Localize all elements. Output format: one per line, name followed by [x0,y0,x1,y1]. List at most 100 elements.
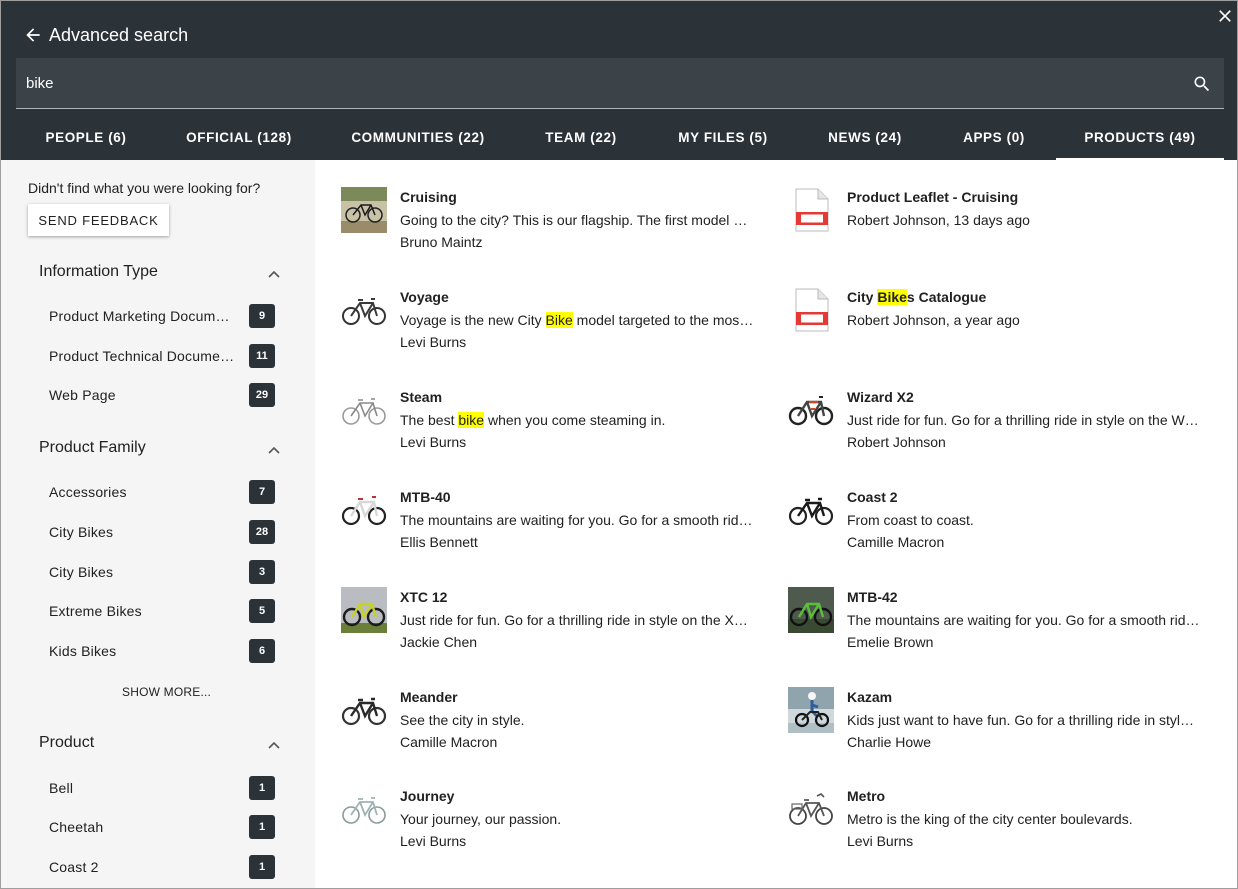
tab-news[interactable]: NEWS (24) [816,117,914,160]
result-title: Cruising [400,189,457,205]
result-title: Voyage [400,289,449,305]
bike-icon [342,398,386,425]
result-author: Charlie Howe [847,734,932,750]
tab-communities[interactable]: COMMUNITIES (22) [341,117,495,160]
bike-icon [788,497,834,526]
result-description: The mountains are waiting for you. Go fo… [400,512,754,528]
tab-my-files[interactable]: MY FILES (5) [667,117,779,160]
result-title: Coast 2 [847,489,898,505]
result-item[interactable]: Metro Metro is the king of the city cent… [788,786,1208,856]
result-description: Just ride for fun. Go for a thrilling ri… [847,412,1201,428]
facet-count-badge: 28 [249,520,275,544]
tab-products[interactable]: PRODUCTS (49) [1056,117,1224,160]
result-item[interactable]: Wizard X2 Just ride for fun. Go for a th… [788,387,1208,457]
result-author: Jackie Chen [400,634,478,650]
result-author: Ellis Bennett [400,534,478,550]
facet-item[interactable]: Product Technical Documentation 11 [49,344,279,370]
result-item[interactable]: Meander See the city in style. Camille M… [341,687,761,757]
result-author: Robert Johnson [847,434,946,450]
facet-count-badge: 3 [249,560,275,584]
facet-item[interactable]: Cheetah 1 [49,815,279,841]
facet-item[interactable]: City Bikes 28 [49,520,279,546]
bike-photo-icon [341,587,387,633]
result-item[interactable]: Kazam Kids just want to have fun. Go for… [788,687,1208,757]
tab-people[interactable]: PEOPLE (6) [35,117,137,160]
result-author: Camille Macron [400,734,498,750]
facet-label: Extreme Bikes [49,603,142,619]
result-description: From coast to coast. [847,512,974,528]
tab-apps[interactable]: APPS (0) [951,117,1037,160]
chevron-up-icon[interactable] [267,740,281,750]
result-item[interactable]: MTB-40 The mountains are waiting for you… [341,487,761,557]
result-title: Steam [400,389,443,405]
section-title-product: Product [39,734,95,751]
facet-item[interactable]: Extreme Bikes 5 [49,599,279,625]
result-description: Your journey, our passion. [400,811,562,827]
facet-item[interactable]: Coast 2 1 [49,855,279,881]
search-input[interactable] [26,70,1176,96]
result-title: MTB-42 [847,589,898,605]
result-item[interactable]: MTB-42 The mountains are waiting for you… [788,587,1208,657]
facet-count-badge: 9 [249,304,275,328]
chevron-up-icon[interactable] [267,269,281,279]
facet-item[interactable]: Web Page 29 [49,383,279,409]
search-highlight: bike [458,412,485,428]
facet-label: Bell [49,780,74,796]
facet-label: Accessories [49,484,127,500]
section-title-information-type: Information Type [39,263,158,280]
result-title: MTB-40 [400,489,451,505]
show-more-link[interactable]: SHOW MORE... [122,685,211,699]
result-description: Voyage is the new City Bike model target… [400,312,754,328]
result-author: Levi Burns [400,833,467,849]
result-description: The mountains are waiting for you. Go fo… [847,612,1201,628]
result-author: Levi Burns [400,434,467,450]
search-icon[interactable] [1192,74,1212,94]
facet-label: Web Page [49,387,116,403]
result-item[interactable]: Product Leaflet - Cruising Robert Johnso… [788,187,1208,257]
result-description: See the city in style. [400,712,525,728]
facet-count-badge: 29 [249,383,275,407]
result-title: Meander [400,689,458,705]
bike-photo-icon [788,587,834,633]
result-author: Camille Macron [847,534,945,550]
facet-label: Cheetah [49,819,104,835]
result-description: Just ride for fun. Go for a thrilling ri… [400,612,754,628]
bike-icon [341,697,387,726]
result-author: Emelie Brown [847,634,934,650]
facet-count-badge: 11 [249,344,275,368]
not-found-text: Didn't find what you were looking for? [28,180,261,196]
tab-team[interactable]: TEAM (22) [533,117,629,160]
back-arrow-icon[interactable] [23,25,43,45]
facet-item[interactable]: Product Marketing Documentation 9 [49,304,279,330]
result-item[interactable]: Cruising Going to the city? This is our … [341,187,761,257]
result-item[interactable]: Steam The best bike when you come steami… [341,387,761,457]
facet-item[interactable]: Bell 1 [49,776,279,802]
facet-item[interactable]: City Bikes 3 [49,560,279,586]
advanced-search-window: Advanced search PEOPLE (6) OFFICIAL (128… [0,0,1238,889]
result-item[interactable]: City Bikes Catalogue Robert Johnson, a y… [788,287,1208,357]
facet-item[interactable]: Kids Bikes 6 [49,639,279,665]
facet-label: City Bikes [49,564,114,580]
page-title: Advanced search [49,25,189,45]
result-title: Kazam [847,689,893,705]
result-title: City Bikes Catalogue [847,289,987,305]
result-item[interactable]: XTC 12 Just ride for fun. Go for a thril… [341,587,761,657]
chevron-up-icon[interactable] [267,445,281,455]
result-item[interactable]: Journey Your journey, our passion. Levi … [341,786,761,856]
bike-photo-icon [341,187,387,233]
send-feedback-button[interactable]: SEND FEEDBACK [28,204,169,236]
result-title: Journey [400,788,455,804]
close-icon[interactable] [1215,6,1235,26]
bike-icon [789,793,833,825]
facet-count-badge: 6 [249,639,275,663]
facet-count-badge: 5 [249,599,275,623]
facet-item[interactable]: Accessories 7 [49,480,279,506]
facet-count-badge: 7 [249,480,275,504]
search-highlight: Bike [545,312,573,328]
result-item[interactable]: Coast 2 From coast to coast. Camille Mac… [788,487,1208,557]
tab-official[interactable]: OFFICIAL (128) [175,117,303,160]
result-author: Levi Burns [400,334,467,350]
result-author: Bruno Maintz [400,234,483,250]
kid-on-bike-photo-icon [788,687,834,733]
result-item[interactable]: Voyage Voyage is the new City Bike model… [341,287,761,357]
